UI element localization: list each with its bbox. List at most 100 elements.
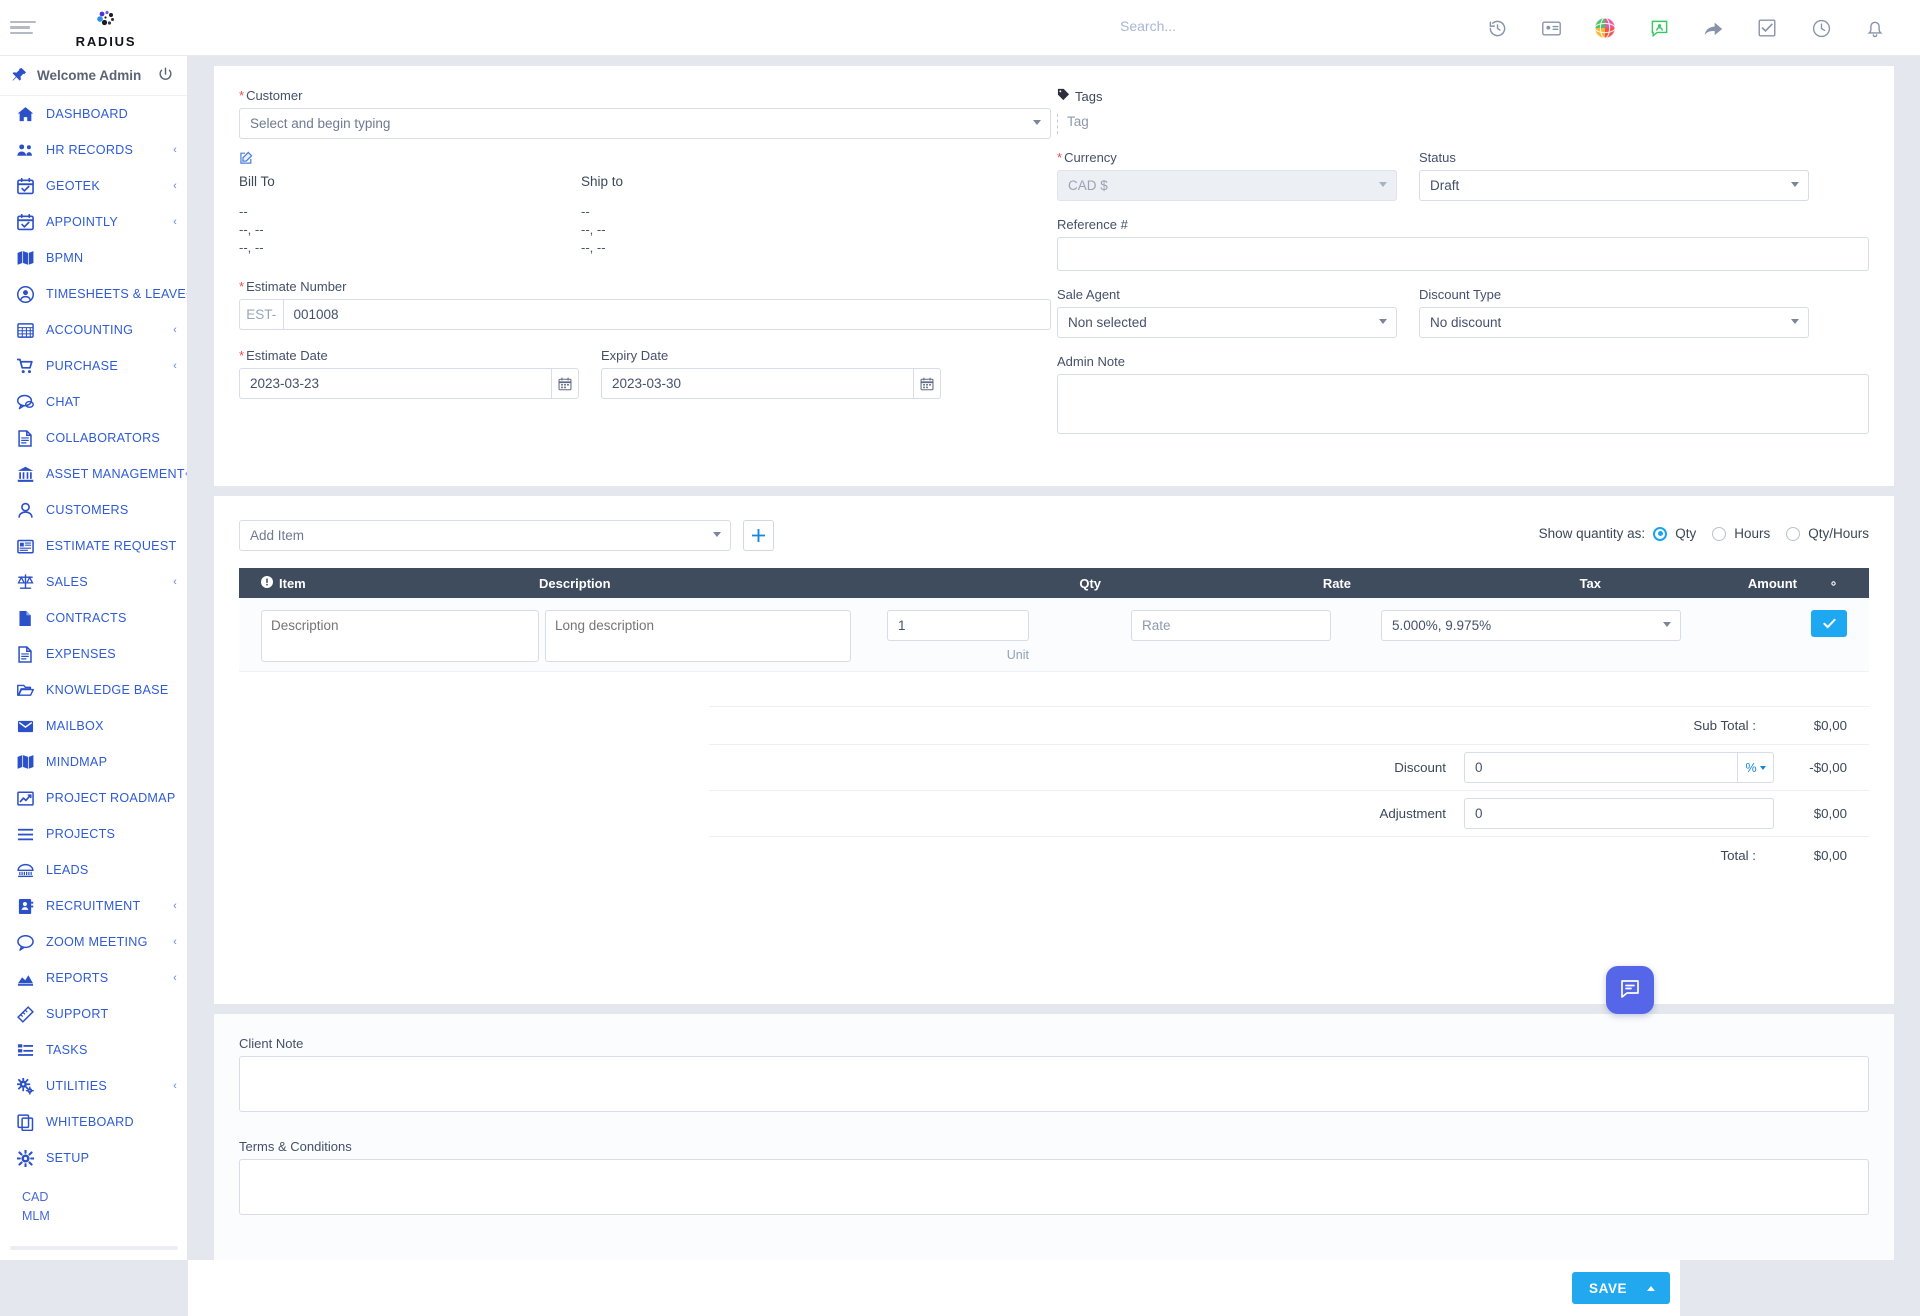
chevron-left-icon[interactable]: ‹: [173, 360, 177, 372]
sidebar-item-whiteboard[interactable]: WHITEBOARD: [0, 1104, 187, 1140]
add-item-button[interactable]: [743, 520, 774, 551]
sidebar-item-purchase[interactable]: PURCHASE ‹: [0, 348, 187, 384]
sidebar-item-accounting[interactable]: ACCOUNTING ‹: [0, 312, 187, 348]
sidebar-item-setup[interactable]: SETUP: [0, 1140, 187, 1176]
column-settings-icon[interactable]: [1797, 577, 1869, 590]
currency-select[interactable]: CAD $: [1057, 170, 1397, 201]
sidebar-item-asset-management[interactable]: ASSET MANAGEMENT‹: [0, 456, 187, 492]
discount-label: Discount: [1394, 760, 1446, 775]
sidebar-item-zoom-meeting[interactable]: ZOOM MEETING ‹: [0, 924, 187, 960]
terms-label: Terms & Conditions: [239, 1139, 352, 1154]
item-description-textarea[interactable]: [261, 610, 539, 662]
sidebar-item-customers[interactable]: CUSTOMERS: [0, 492, 187, 528]
estimate-number-input[interactable]: [282, 299, 1051, 330]
sidebar-item-estimate-request[interactable]: ESTIMATE REQUEST: [0, 528, 187, 564]
item-qty-input[interactable]: [887, 610, 1029, 641]
sidebar-item-recruitment[interactable]: RECRUITMENT ‹: [0, 888, 187, 924]
menu-toggle-icon[interactable]: [10, 18, 36, 38]
discount-unit-select[interactable]: %: [1737, 752, 1774, 783]
chevron-left-icon[interactable]: ‹: [173, 900, 177, 912]
sidebar-item-label: CHAT: [46, 395, 81, 409]
sidebar-item-collaborators[interactable]: COLLABORATORS: [0, 420, 187, 456]
sidebar-item-tasks[interactable]: TASKS: [0, 1032, 187, 1068]
calendar-icon[interactable]: [550, 368, 579, 399]
chevron-down-icon: [1033, 120, 1041, 125]
id-card-icon[interactable]: [1540, 17, 1562, 39]
chevron-left-icon[interactable]: ‹: [173, 324, 177, 336]
clock-icon[interactable]: [1810, 17, 1832, 39]
tag-input[interactable]: Tag: [1057, 114, 1869, 134]
item-rate-input[interactable]: [1131, 610, 1331, 641]
checkbox-icon[interactable]: [1756, 17, 1778, 39]
sidebar-item-hr-records[interactable]: HR RECORDS ‹: [0, 132, 187, 168]
info-icon[interactable]: [261, 575, 273, 591]
sidebar-item-expenses[interactable]: EXPENSES: [0, 636, 187, 672]
chat-user-icon[interactable]: [1648, 17, 1670, 39]
sidebar-item-projects[interactable]: PROJECTS: [0, 816, 187, 852]
sidebar-item-support[interactable]: SUPPORT: [0, 996, 187, 1032]
chevron-left-icon[interactable]: ‹: [185, 468, 187, 480]
share-arrow-icon[interactable]: [1702, 17, 1724, 39]
chevron-left-icon[interactable]: ‹: [173, 180, 177, 192]
envelope-icon: [14, 718, 36, 735]
sidebar-item-chat[interactable]: CHAT: [0, 384, 187, 420]
adjustment-input[interactable]: [1464, 798, 1774, 829]
estimate-date-input[interactable]: [239, 368, 551, 399]
chevron-left-icon[interactable]: ‹: [173, 936, 177, 948]
edit-address-icon[interactable]: [239, 151, 1051, 168]
sidebar-item-bpmn[interactable]: BPMN: [0, 240, 187, 276]
add-item-select[interactable]: Add Item: [239, 520, 731, 551]
sidebar-item-reports[interactable]: REPORTS ‹: [0, 960, 187, 996]
sidebar-item-project-roadmap[interactable]: PROJECT ROADMAP: [0, 780, 187, 816]
bell-icon[interactable]: [1864, 17, 1886, 39]
sidebar-item-geotek[interactable]: GEOTEK ‹: [0, 168, 187, 204]
chevron-left-icon[interactable]: ‹: [186, 288, 187, 300]
sidebar-scrollbar[interactable]: [10, 1246, 178, 1250]
sidebar-item-dashboard[interactable]: DASHBOARD: [0, 96, 187, 132]
item-unit-label: Unit: [1006, 648, 1029, 662]
client-note-textarea[interactable]: [239, 1056, 1869, 1112]
sidebar-item-contracts[interactable]: CONTRACTS: [0, 600, 187, 636]
sidebar-item-appointly[interactable]: APPOINTLY ‹: [0, 204, 187, 240]
tag-icon: [1057, 88, 1070, 104]
search-input[interactable]: Search...: [1120, 18, 1460, 34]
radio-qty[interactable]: [1653, 526, 1668, 541]
terms-textarea[interactable]: [239, 1159, 1869, 1215]
discount-input[interactable]: [1464, 752, 1738, 783]
top-bar: RADIUS Search...: [0, 0, 1920, 56]
history-icon[interactable]: [1486, 17, 1508, 39]
chevron-left-icon[interactable]: ‹: [173, 144, 177, 156]
brand-logo[interactable]: RADIUS: [46, 7, 166, 49]
globe-colored-icon[interactable]: [1594, 17, 1616, 39]
calendar-icon[interactable]: [912, 368, 941, 399]
chevron-left-icon[interactable]: ‹: [173, 972, 177, 984]
discount-input-group: %: [1464, 752, 1774, 783]
sidebar-item-leads[interactable]: LEADS: [0, 852, 187, 888]
chevron-up-icon[interactable]: [1647, 1285, 1656, 1291]
discount-type-select[interactable]: No discount: [1419, 307, 1809, 338]
chevron-left-icon[interactable]: ‹: [173, 216, 177, 228]
sidebar-item-knowledge-base[interactable]: KNOWLEDGE BASE: [0, 672, 187, 708]
sale-agent-select[interactable]: Non selected: [1057, 307, 1397, 338]
sidebar-item-mindmap[interactable]: MINDMAP: [0, 744, 187, 780]
reference-input[interactable]: [1057, 237, 1869, 271]
status-select[interactable]: Draft: [1419, 170, 1809, 201]
sidebar-item-sales[interactable]: SALES ‹: [0, 564, 187, 600]
admin-note-textarea[interactable]: [1057, 374, 1869, 434]
save-button[interactable]: SAVE: [1572, 1272, 1670, 1304]
item-long-description-textarea[interactable]: [545, 610, 851, 662]
chat-fab-button[interactable]: [1606, 966, 1654, 1014]
radio-hours[interactable]: [1712, 526, 1727, 541]
chevron-left-icon[interactable]: ‹: [173, 576, 177, 588]
item-tax-select[interactable]: 5.000%, 9.975%: [1381, 610, 1681, 641]
radio-qty-hours[interactable]: [1786, 526, 1801, 541]
item-confirm-button[interactable]: [1811, 610, 1847, 637]
sidebar-item-mailbox[interactable]: MAILBOX: [0, 708, 187, 744]
expiry-date-input[interactable]: [601, 368, 913, 399]
pin-icon[interactable]: [12, 67, 27, 85]
customer-select[interactable]: Select and begin typing: [239, 108, 1051, 139]
sidebar-item-timesheets-leave[interactable]: TIMESHEETS & LEAVE‹: [0, 276, 187, 312]
logout-icon[interactable]: [158, 67, 173, 85]
sidebar-item-utilities[interactable]: UTILITIES ‹: [0, 1068, 187, 1104]
chevron-left-icon[interactable]: ‹: [173, 1080, 177, 1092]
